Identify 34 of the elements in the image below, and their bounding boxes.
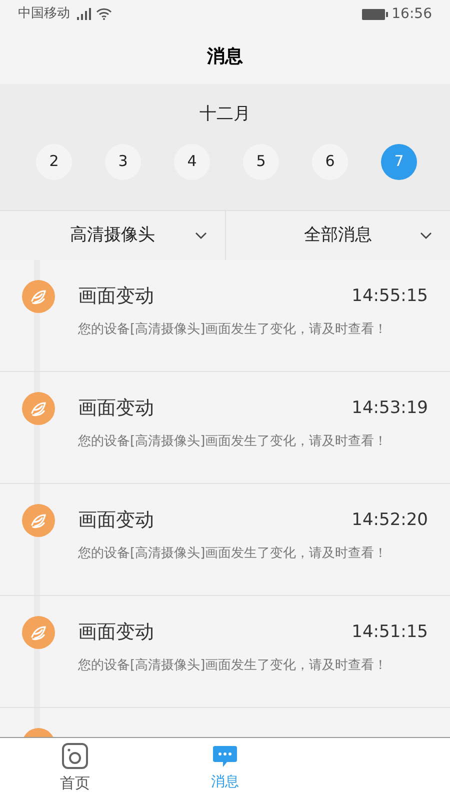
notification-icon [22,504,55,537]
page-title: 消息 [207,44,243,68]
chevron-down-icon [194,232,206,239]
message-text: 您的设备[高清摄像头]画面发生了变化，请及时查看！ [78,320,388,338]
message-time: 14:53:19 [352,396,428,420]
day-button[interactable]: 6 [312,144,348,180]
day-button[interactable]: 3 [105,144,141,180]
tab-item[interactable]: 首页 [0,738,150,800]
chat-icon [212,745,238,769]
message-title: 画面变动 [78,620,154,645]
message-title: 画面变动 [78,508,154,533]
message-title: 画面变动 [78,284,154,309]
day-button[interactable]: 5 [243,144,279,180]
notification-icon [22,392,55,425]
wifi-icon [96,8,112,20]
message-text: 您的设备[高清摄像头]画面发生了变化，请及时查看！ [78,544,388,562]
message-text: 您的设备[高清摄像头]画面发生了变化，请及时查看！ [78,656,388,674]
day-button[interactable]: 4 [174,144,210,180]
camera-icon [62,743,88,770]
message-time: 14:52:20 [352,508,428,532]
notification-icon [22,616,55,649]
notification-icon [22,280,55,313]
message-title: 画面变动 [78,396,154,421]
message-time: 14:55:15 [352,284,428,308]
message-text: 您的设备[高清摄像头]画面发生了变化，请及时查看！ [78,432,388,450]
chevron-down-icon [420,232,432,239]
message-time: 14:51:15 [352,620,428,644]
filter-dropdown[interactable]: 高清摄像头 [0,211,224,260]
clock: 16:56 [392,4,432,24]
carrier-name: 中国移动 [18,5,70,24]
battery-icon [362,8,388,20]
month-label: 十二月 [200,103,250,126]
signal-icon [74,8,92,20]
day-button[interactable]: 2 [36,144,72,180]
